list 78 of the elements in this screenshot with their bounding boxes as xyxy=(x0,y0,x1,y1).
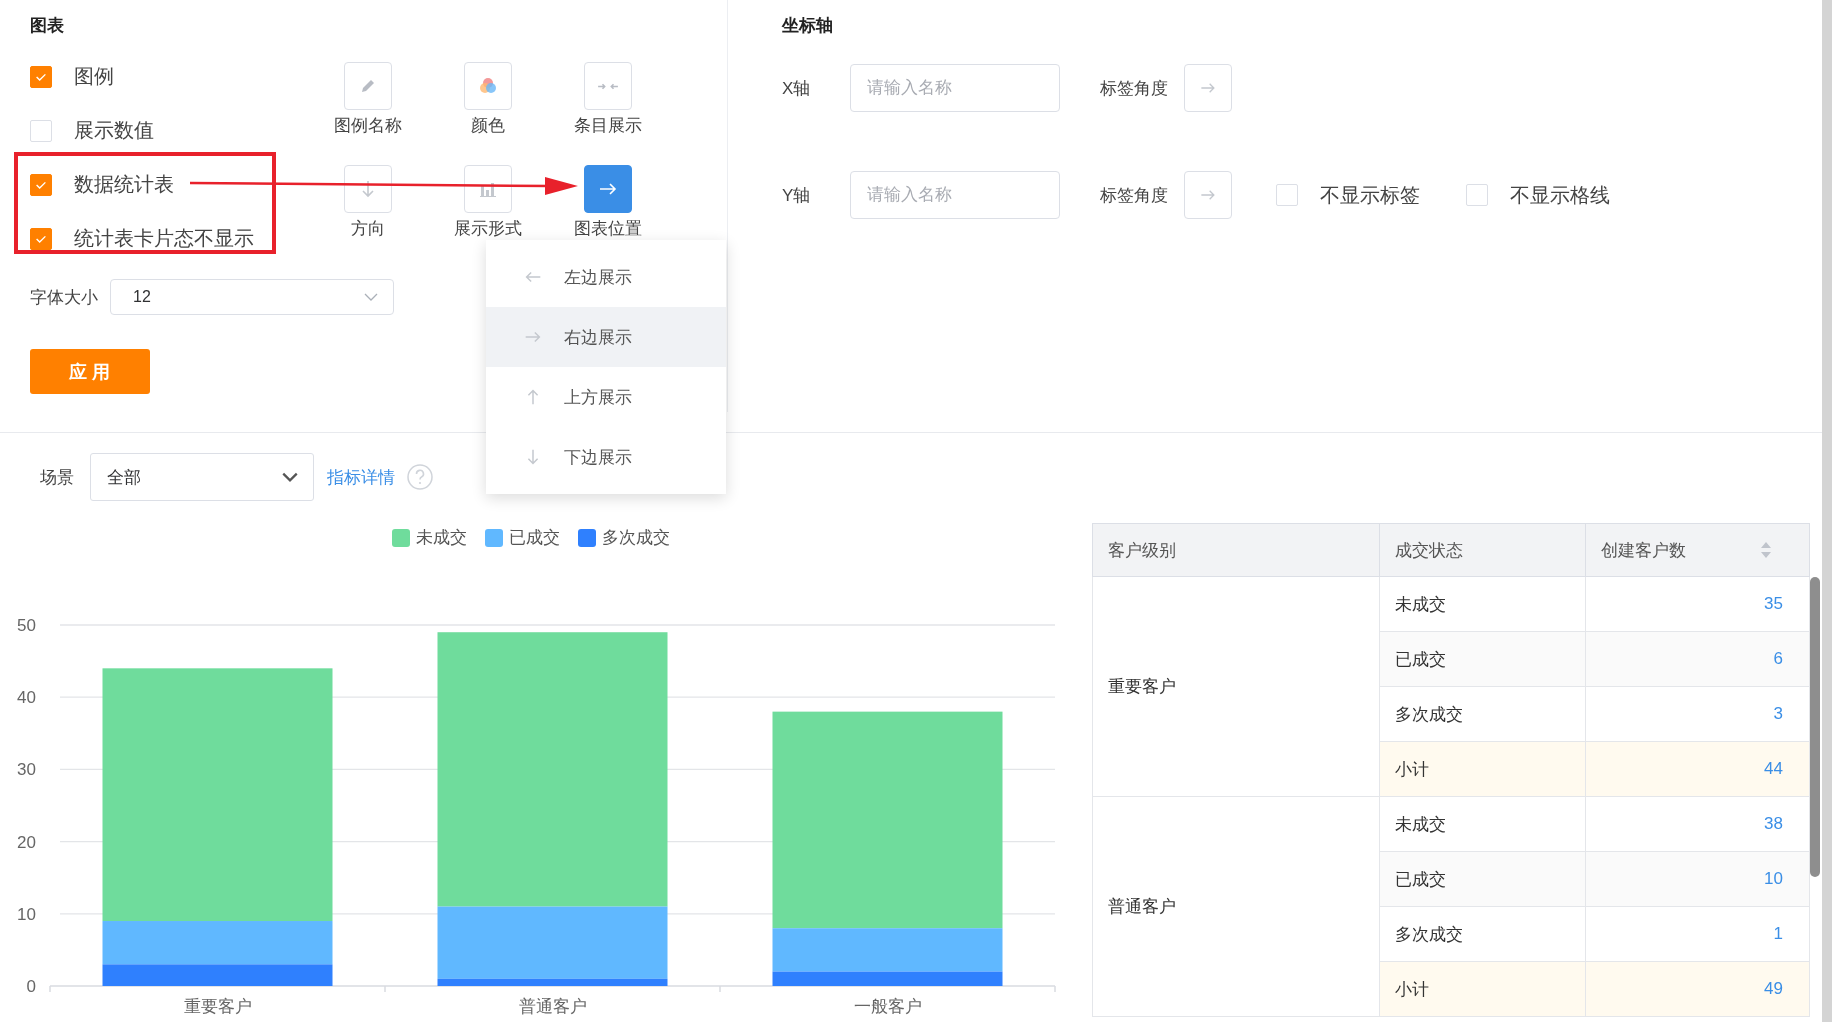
table-cell: 已成交 xyxy=(1379,631,1586,687)
table-cell: 49 xyxy=(1585,961,1810,1017)
column-header: 客户级别 xyxy=(1092,523,1380,577)
table-cell: 小计 xyxy=(1379,741,1586,797)
table-cell: 重要客户 xyxy=(1092,576,1380,797)
metric-details-link[interactable]: 指标详情 xyxy=(327,465,395,489)
table-cell: 3 xyxy=(1585,686,1810,742)
axis-name-input[interactable]: 请输入名称 xyxy=(850,171,1060,219)
scrollbar[interactable] xyxy=(1822,0,1832,1022)
checkbox-label: 图例 xyxy=(74,64,114,89)
tool-label: 图例名称 xyxy=(334,116,402,136)
menu-item[interactable]: 下边展示 xyxy=(486,427,726,487)
column-header: 成交状态 xyxy=(1379,523,1586,577)
checkbox-label: 不显示标签 xyxy=(1320,182,1420,208)
column-header: 创建客户数 xyxy=(1585,523,1810,577)
font-size-select[interactable]: 12 xyxy=(110,279,394,315)
axis-name-input[interactable]: 请输入名称 xyxy=(850,64,1060,112)
colors-tool-button[interactable] xyxy=(464,62,512,110)
checkbox-label: 统计表卡片态不显示 xyxy=(74,226,254,251)
menu-item[interactable]: 左边展示 xyxy=(486,247,726,307)
legend-label: 多次成交 xyxy=(602,527,670,549)
table-cell: 1 xyxy=(1585,906,1810,962)
x-category-label: 重要客户 xyxy=(183,997,252,1016)
y-tick-label: 30 xyxy=(17,760,36,780)
y-tick-label: 50 xyxy=(17,616,36,635)
y-tick-label: 0 xyxy=(26,977,36,996)
checkbox[interactable] xyxy=(30,173,52,196)
table-cell: 35 xyxy=(1585,576,1810,632)
y-tick-label: 40 xyxy=(17,688,36,708)
axis-label: X轴 xyxy=(782,77,812,100)
collapse-icon xyxy=(597,82,619,90)
tool-label: 颜色 xyxy=(471,116,505,136)
menu-item[interactable]: 上方展示 xyxy=(486,367,726,427)
tool-label: 条目展示 xyxy=(574,116,642,136)
checkbox-label: 展示数值 xyxy=(74,118,154,143)
scene-label: 场景 xyxy=(40,466,75,489)
axis-label: Y轴 xyxy=(782,184,812,207)
angle-label: 标签角度 xyxy=(1100,184,1169,207)
table-cell: 多次成交 xyxy=(1379,686,1586,742)
y-tick-label: 20 xyxy=(17,832,36,852)
right-tool-button[interactable] xyxy=(584,164,632,213)
down-tool-button[interactable] xyxy=(344,164,392,213)
table-cell: 已成交 xyxy=(1379,851,1586,907)
checkbox-label: 数据统计表 xyxy=(74,172,174,197)
table-cell: 44 xyxy=(1585,741,1810,797)
table-cell: 未成交 xyxy=(1379,796,1586,852)
x-category-label: 一般客户 xyxy=(853,997,922,1016)
section-title: 坐标轴 xyxy=(782,15,834,37)
font-size-label: 字体大小 xyxy=(30,286,98,309)
scrollbar[interactable] xyxy=(1810,577,1820,877)
tool-label: 展示形式 xyxy=(454,218,522,239)
angle-label: 标签角度 xyxy=(1100,77,1169,100)
table-cell: 小计 xyxy=(1379,961,1586,1017)
section-title: 图表 xyxy=(30,15,65,37)
table-cell: 10 xyxy=(1585,851,1810,907)
label-angle-button[interactable] xyxy=(1184,64,1232,112)
table-cell: 普通客户 xyxy=(1092,796,1380,1017)
table-cell: 38 xyxy=(1585,796,1810,852)
sort-icon[interactable] xyxy=(1760,541,1772,559)
legend-label: 已成交 xyxy=(509,527,560,549)
y-tick-label: 10 xyxy=(17,904,36,924)
table-cell: 6 xyxy=(1585,631,1810,687)
table-cell: 多次成交 xyxy=(1379,906,1586,962)
checkbox[interactable] xyxy=(30,227,52,250)
scene-select[interactable]: 全部 xyxy=(90,453,314,501)
checkbox[interactable] xyxy=(30,65,52,88)
tool-label: 方向 xyxy=(351,218,385,239)
x-category-label: 普通客户 xyxy=(518,997,587,1016)
label-angle-button[interactable] xyxy=(1184,171,1232,219)
menu-item[interactable]: 右边展示 xyxy=(486,307,726,367)
collapse-tool-button[interactable] xyxy=(584,62,632,110)
legend-label: 未成交 xyxy=(416,527,467,549)
table-cell: 未成交 xyxy=(1379,576,1586,632)
pencil-tool-button[interactable] xyxy=(344,62,392,110)
bars-tool-button[interactable] xyxy=(464,164,512,213)
checkbox-label: 不显示格线 xyxy=(1510,182,1610,208)
tool-label: 图表位置 xyxy=(574,218,642,239)
help-icon[interactable] xyxy=(407,464,433,490)
